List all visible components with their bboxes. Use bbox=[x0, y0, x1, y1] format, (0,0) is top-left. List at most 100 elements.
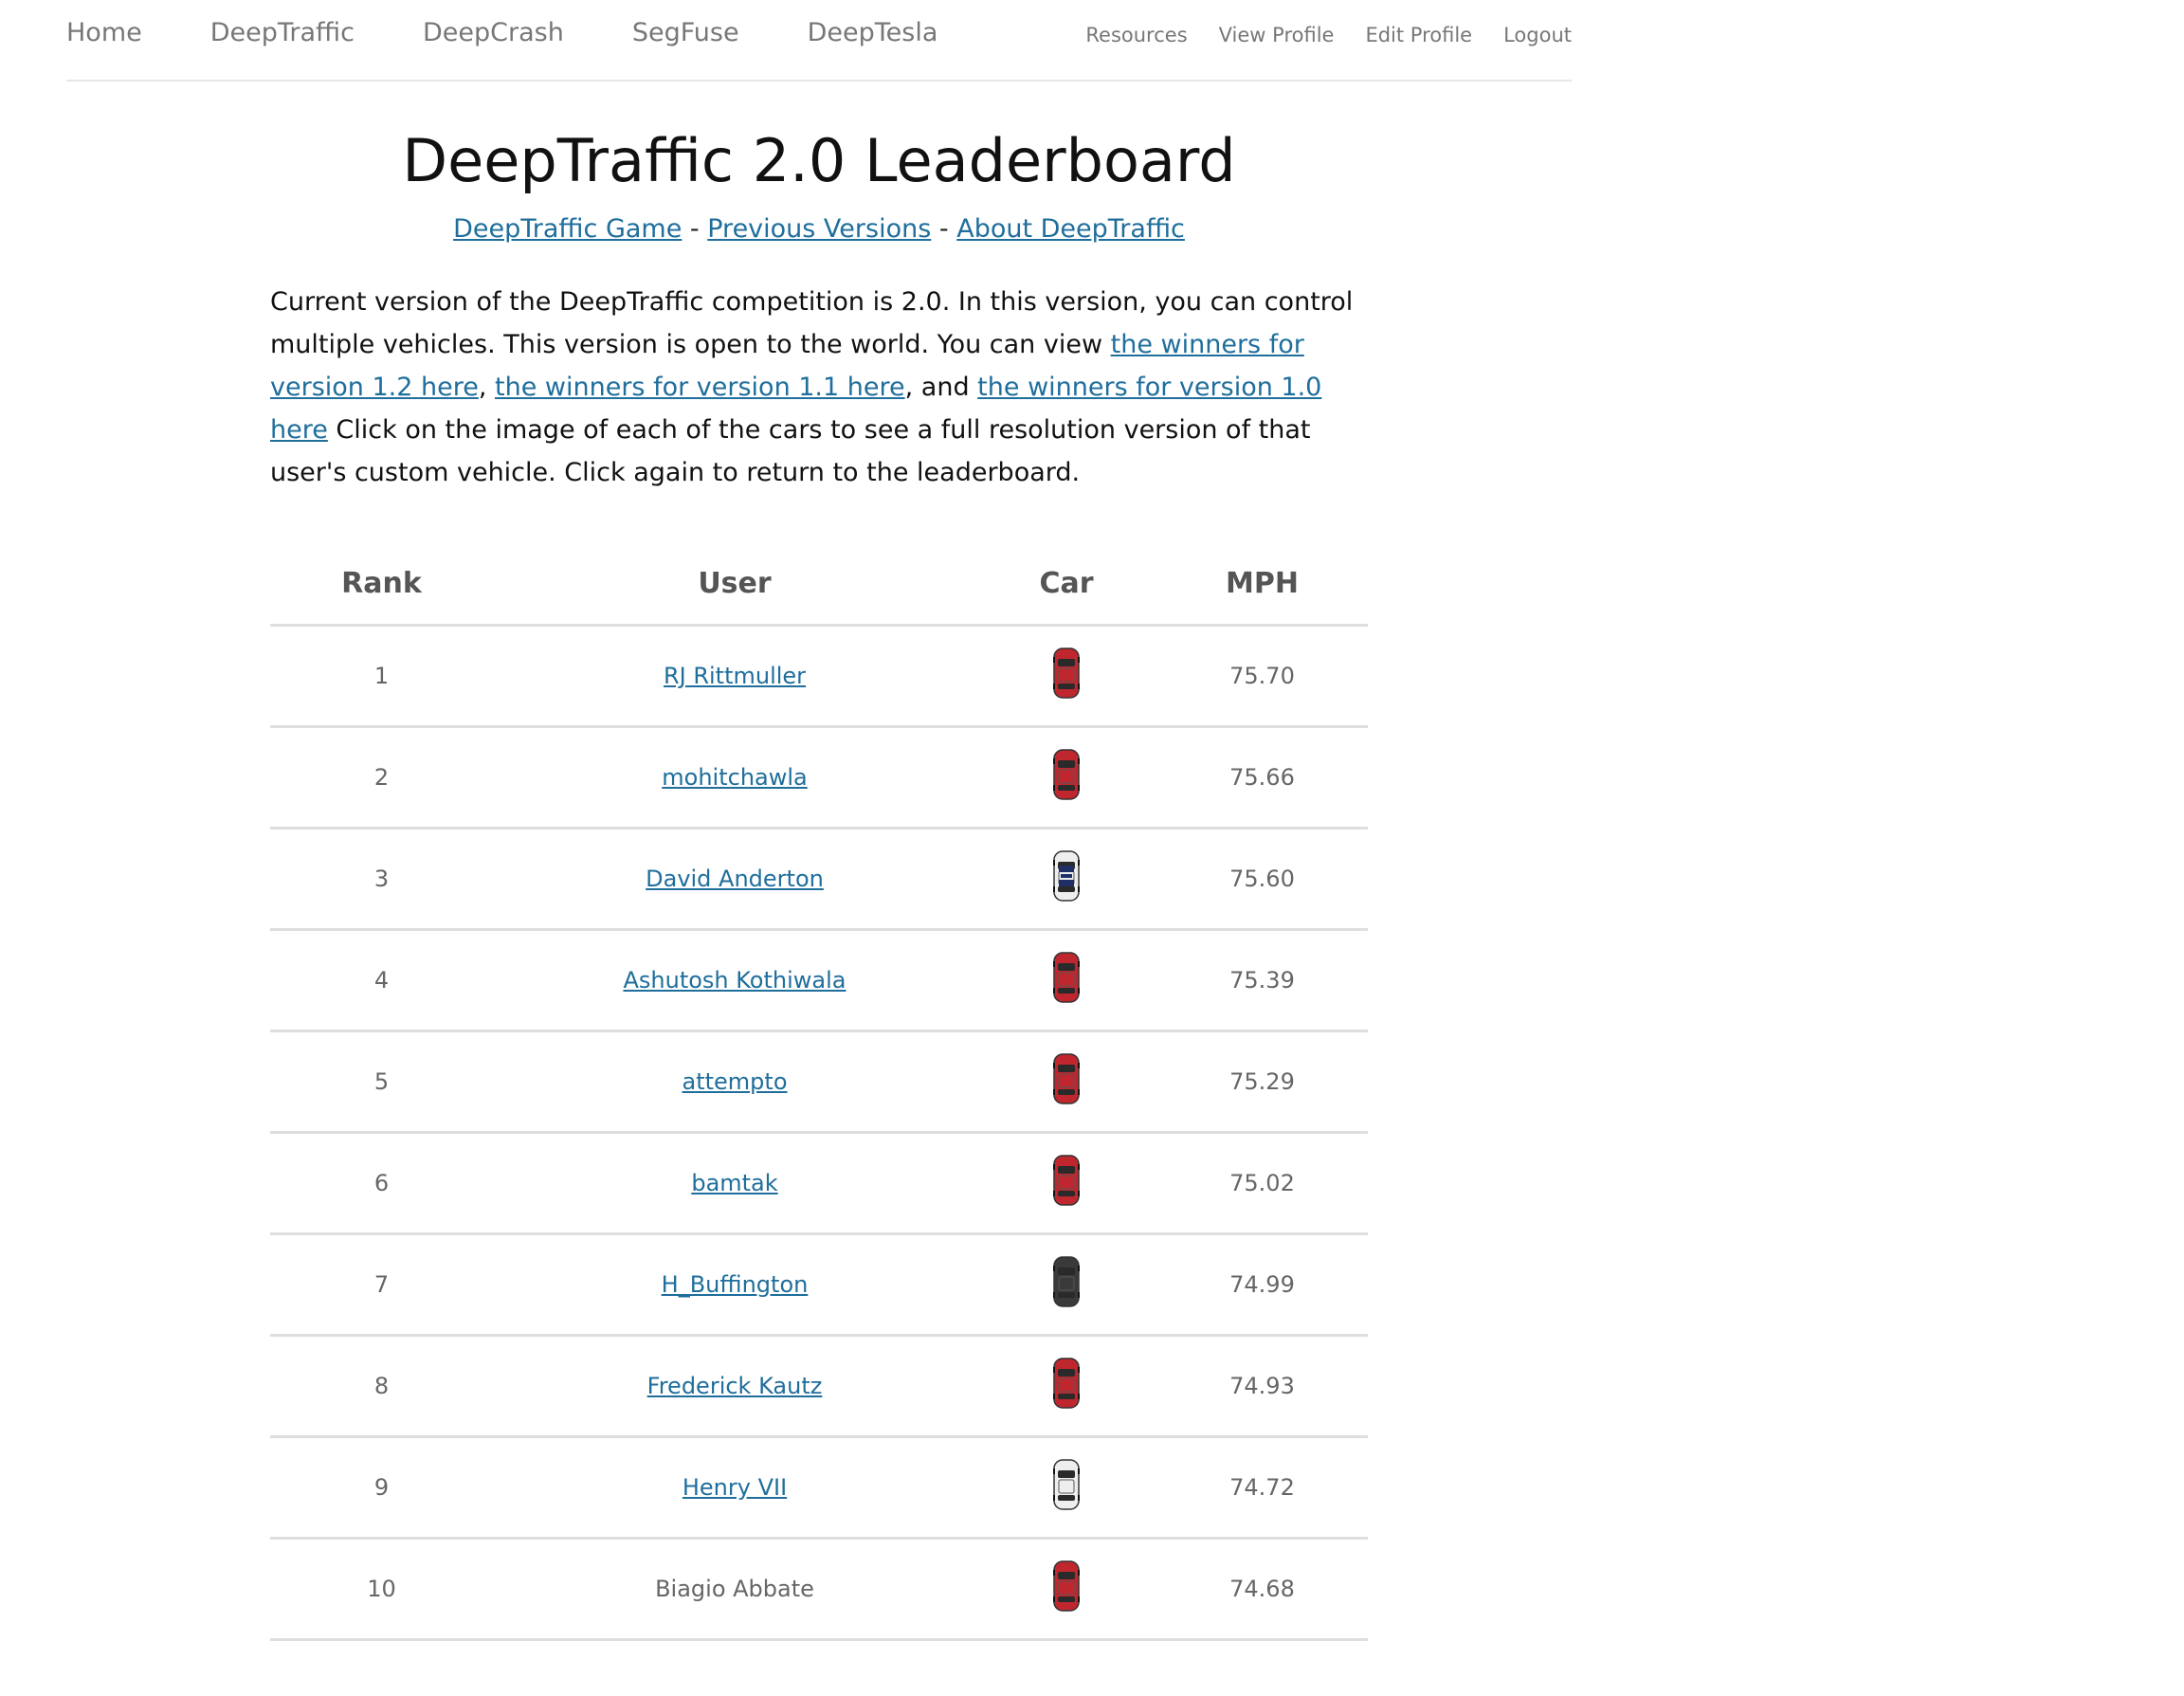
nav-logout-link[interactable]: Logout bbox=[1503, 19, 1572, 51]
car-cell bbox=[976, 1233, 1156, 1337]
mph-cell: 75.02 bbox=[1156, 1132, 1368, 1235]
intro-paragraph: Current version of the DeepTraffic compe… bbox=[270, 281, 1370, 494]
user-profile-link[interactable]: Frederick Kautz bbox=[647, 1373, 823, 1399]
car-cell bbox=[976, 625, 1156, 728]
nav-deepcrash-link[interactable]: DeepCrash bbox=[423, 14, 564, 52]
user-cell: mohitchawla bbox=[493, 726, 976, 830]
user-cell: Frederick Kautz bbox=[493, 1335, 976, 1438]
red-car-icon[interactable] bbox=[1053, 1155, 1080, 1212]
intro-text: Click on the image of each of the cars t… bbox=[270, 415, 1311, 487]
nav-home-link[interactable]: Home bbox=[66, 14, 142, 52]
nav-right: Resources View Profile Edit Profile Logo… bbox=[1054, 19, 1572, 51]
page-title: DeepTraffic 2.0 Leaderboard bbox=[402, 126, 1236, 195]
car-cell bbox=[976, 726, 1156, 830]
rank-cell: 1 bbox=[270, 625, 493, 728]
rank-header: Rank bbox=[270, 542, 493, 627]
leaderboard-table: Rank User Car MPH 1 RJ Rittmuller 75.70 2 mo… bbox=[270, 542, 1368, 1641]
user-profile-link[interactable]: attempto bbox=[682, 1068, 788, 1095]
header-links: DeepTraffic Game - Previous Versions - A… bbox=[0, 210, 1638, 248]
rank-cell: 6 bbox=[270, 1132, 493, 1235]
table-row: 9 Henry VII 74.72 bbox=[270, 1436, 1368, 1540]
mph-cell: 75.60 bbox=[1156, 828, 1368, 931]
car-cell bbox=[976, 828, 1156, 931]
user-cell: Ashutosh Kothiwala bbox=[493, 929, 976, 1032]
user-cell: bamtak bbox=[493, 1132, 976, 1235]
rank-cell: 10 bbox=[270, 1538, 493, 1641]
mph-cell: 74.68 bbox=[1156, 1538, 1368, 1641]
white-car-icon[interactable] bbox=[1053, 1459, 1080, 1516]
table-row: 10 Biagio Abbate 74.68 bbox=[270, 1538, 1368, 1641]
mph-cell: 75.29 bbox=[1156, 1030, 1368, 1134]
table-row: 7 H_Buffington 74.99 bbox=[270, 1233, 1368, 1337]
mph-cell: 74.72 bbox=[1156, 1436, 1368, 1540]
user-header: User bbox=[493, 542, 976, 627]
rank-cell: 4 bbox=[270, 929, 493, 1032]
table-row: 8 Frederick Kautz 74.93 bbox=[270, 1335, 1368, 1438]
red-car-icon[interactable] bbox=[1053, 647, 1080, 704]
user-profile-link[interactable]: H_Buffington bbox=[662, 1271, 809, 1298]
car-cell bbox=[976, 1132, 1156, 1235]
red-car-icon[interactable] bbox=[1053, 1560, 1080, 1617]
header-link-separator: - bbox=[931, 214, 957, 244]
black-car-icon[interactable] bbox=[1053, 1256, 1080, 1313]
table-row: 5 attempto 75.29 bbox=[270, 1030, 1368, 1134]
rank-cell: 9 bbox=[270, 1436, 493, 1540]
user-cell: Biagio Abbate bbox=[493, 1538, 976, 1641]
table-header-row: Rank User Car MPH bbox=[270, 542, 1368, 627]
police-car-icon[interactable] bbox=[1053, 850, 1080, 907]
intro-text: , and bbox=[904, 373, 978, 402]
nav-segfuse-link[interactable]: SegFuse bbox=[632, 14, 739, 52]
red-car-icon[interactable] bbox=[1053, 952, 1080, 1009]
user-cell: H_Buffington bbox=[493, 1233, 976, 1337]
red-car-icon[interactable] bbox=[1053, 1358, 1080, 1414]
table-row: 4 Ashutosh Kothiwala 75.39 bbox=[270, 929, 1368, 1032]
nav-edit-profile-link[interactable]: Edit Profile bbox=[1365, 19, 1472, 51]
rank-cell: 2 bbox=[270, 726, 493, 830]
rank-cell: 8 bbox=[270, 1335, 493, 1438]
red-car-icon[interactable] bbox=[1053, 1053, 1080, 1110]
user-cell: David Anderton bbox=[493, 828, 976, 931]
car-header: Car bbox=[976, 542, 1156, 627]
user-name: Biagio Abbate bbox=[655, 1576, 814, 1602]
user-cell: RJ Rittmuller bbox=[493, 625, 976, 728]
leaderboard-body: 1 RJ Rittmuller 75.70 2 mohitchawla 75.66 3 Dav… bbox=[270, 625, 1368, 1641]
winners-v1-1-link[interactable]: the winners for version 1.1 here bbox=[495, 373, 905, 402]
deeptraffic-game-link[interactable]: DeepTraffic Game bbox=[453, 214, 682, 244]
rank-cell: 5 bbox=[270, 1030, 493, 1134]
user-profile-link[interactable]: Henry VII bbox=[682, 1474, 787, 1501]
table-row: 2 mohitchawla 75.66 bbox=[270, 726, 1368, 830]
mph-cell: 75.39 bbox=[1156, 929, 1368, 1032]
user-profile-link[interactable]: David Anderton bbox=[646, 866, 824, 892]
rank-cell: 3 bbox=[270, 828, 493, 931]
car-cell bbox=[976, 1436, 1156, 1540]
mph-cell: 75.66 bbox=[1156, 726, 1368, 830]
about-deeptraffic-link[interactable]: About DeepTraffic bbox=[956, 214, 1185, 244]
user-profile-link[interactable]: RJ Rittmuller bbox=[664, 663, 806, 689]
previous-versions-link[interactable]: Previous Versions bbox=[707, 214, 931, 244]
table-row: 1 RJ Rittmuller 75.70 bbox=[270, 625, 1368, 728]
user-profile-link[interactable]: Ashutosh Kothiwala bbox=[623, 967, 846, 994]
user-profile-link[interactable]: bamtak bbox=[691, 1170, 777, 1196]
nav-view-profile-link[interactable]: View Profile bbox=[1219, 19, 1335, 51]
car-cell bbox=[976, 1030, 1156, 1134]
user-profile-link[interactable]: mohitchawla bbox=[662, 764, 807, 791]
car-cell bbox=[976, 1538, 1156, 1641]
mph-cell: 75.70 bbox=[1156, 625, 1368, 728]
nav-deeptesla-link[interactable]: DeepTesla bbox=[808, 14, 938, 52]
header-link-separator: - bbox=[682, 214, 708, 244]
car-cell bbox=[976, 929, 1156, 1032]
nav-left: Home DeepTraffic DeepCrash SegFuse DeepT… bbox=[66, 14, 1006, 52]
mph-cell: 74.93 bbox=[1156, 1335, 1368, 1438]
red-car-icon[interactable] bbox=[1053, 749, 1080, 806]
top-nav: Home DeepTraffic DeepCrash SegFuse DeepT… bbox=[66, 0, 1572, 82]
user-cell: Henry VII bbox=[493, 1436, 976, 1540]
car-cell bbox=[976, 1335, 1156, 1438]
nav-deeptraffic-link[interactable]: DeepTraffic bbox=[210, 14, 355, 52]
table-row: 6 bamtak 75.02 bbox=[270, 1132, 1368, 1235]
intro-text: , bbox=[478, 373, 496, 402]
mph-cell: 74.99 bbox=[1156, 1233, 1368, 1337]
rank-cell: 7 bbox=[270, 1233, 493, 1337]
user-cell: attempto bbox=[493, 1030, 976, 1134]
table-row: 3 David Anderton 75.60 bbox=[270, 828, 1368, 931]
nav-resources-link[interactable]: Resources bbox=[1085, 19, 1187, 51]
